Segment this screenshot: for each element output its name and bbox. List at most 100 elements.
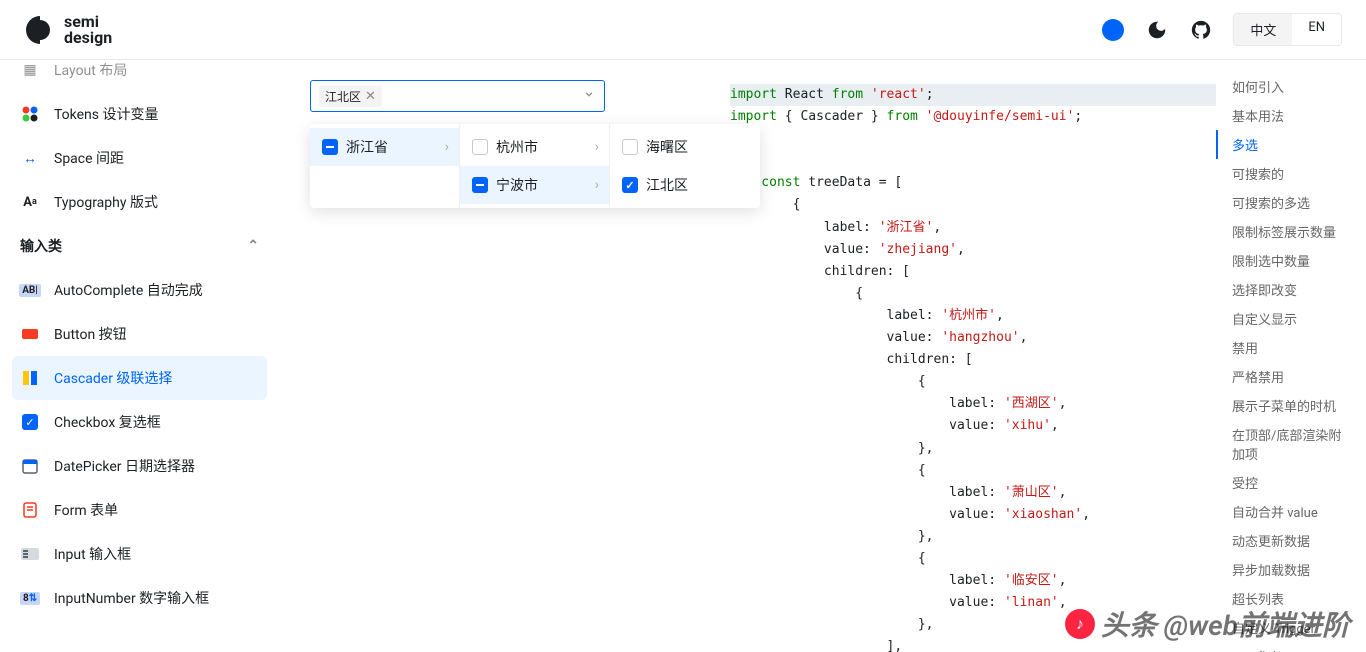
sidebar: ▦ Layout 布局 Tokens 设计变量 ↔ Space 间距 Aa Ty… [0, 60, 280, 652]
chevron-up-icon: ⌃ [247, 238, 259, 254]
selected-tag: 江北区 ✕ [319, 86, 382, 107]
toc-item[interactable]: 自定义显示 [1216, 304, 1366, 333]
sidebar-item-cascader[interactable]: Cascader 级联选择 [12, 356, 267, 400]
typography-icon: Aa [20, 192, 40, 212]
inputnumber-icon: 8⇅ [20, 588, 40, 608]
checkbox-indeterminate[interactable] [322, 139, 338, 155]
table-of-contents: 如何引入基本用法多选可搜索的可搜索的多选限制标签展示数量限制选中数量选择即改变自… [1216, 60, 1366, 652]
logo-text: semi design [64, 14, 112, 46]
tokens-icon [20, 104, 40, 124]
logo[interactable]: semi design [24, 14, 112, 46]
toc-item[interactable]: 自定义 Trigger [1216, 613, 1366, 642]
sidebar-item-label: Layout 布局 [54, 60, 127, 80]
button-icon [20, 324, 40, 344]
sidebar-item-form[interactable]: Form 表单 [12, 488, 267, 532]
sidebar-item-typography[interactable]: Aa Typography 版式 [12, 180, 267, 224]
dropdown-column-1: 浙江省 › [310, 124, 460, 208]
header-actions: 中文 EN [1101, 13, 1342, 46]
toc-item[interactable]: 严格禁用 [1216, 362, 1366, 391]
sidebar-item-label: Tokens 设计变量 [54, 104, 158, 124]
logo-icon [24, 14, 56, 46]
layout-icon: ▦ [20, 60, 40, 80]
chevron-right-icon: › [445, 139, 449, 155]
sidebar-item-label: Form 表单 [54, 500, 118, 520]
tag-label: 江北区 [325, 88, 361, 105]
lang-en-button[interactable]: EN [1292, 14, 1341, 45]
dropdown-column-3: 海曙区 江北区 [610, 124, 760, 208]
sidebar-item-button[interactable]: Button 按钮 [12, 312, 267, 356]
checkbox-indeterminate[interactable] [472, 177, 488, 193]
sidebar-item-space[interactable]: ↔ Space 间距 [12, 136, 267, 180]
main-content: 江北区 ✕ 浙江省 › [280, 60, 1216, 652]
autocomplete-icon: AB| [20, 280, 40, 300]
toc-item[interactable]: 动态更新数据 [1216, 526, 1366, 555]
sidebar-item-datepicker[interactable]: DatePicker 日期选择器 [12, 444, 267, 488]
sidebar-item-label: Checkbox 复选框 [54, 412, 161, 432]
option-label: 江北区 [646, 175, 688, 195]
toc-item[interactable]: 异步加载数据 [1216, 555, 1366, 584]
toc-item[interactable]: 在顶部/底部渲染附加项 [1216, 420, 1366, 468]
sidebar-item-checkbox[interactable]: ✓ Checkbox 复选框 [12, 400, 267, 444]
sidebar-item-layout[interactable]: ▦ Layout 布局 [12, 60, 267, 92]
language-switcher: 中文 EN [1233, 13, 1342, 46]
sidebar-item-tokens[interactable]: Tokens 设计变量 [12, 92, 267, 136]
dropdown-item[interactable]: 浙江省 › [310, 128, 459, 166]
tag-close-icon[interactable]: ✕ [365, 89, 376, 104]
cascader-dropdown: 浙江省 › 杭州市 › 宁波市 › [310, 124, 760, 208]
dropdown-item[interactable]: 江北区 [610, 166, 760, 204]
dark-mode-icon[interactable] [1145, 18, 1169, 42]
sidebar-item-label: Typography 版式 [54, 192, 158, 212]
form-icon [20, 500, 40, 520]
dropdown-column-2: 杭州市 › 宁波市 › [460, 124, 610, 208]
cascader-icon [20, 368, 40, 388]
app-header: semi design 中文 EN [0, 0, 1366, 60]
sidebar-item-inputnumber[interactable]: 8⇅ InputNumber 数字输入框 [12, 576, 267, 620]
sidebar-item-label: Button 按钮 [54, 324, 127, 344]
checkbox-unchecked[interactable] [472, 139, 488, 155]
toc-item[interactable]: 自动合并 value [1216, 497, 1366, 526]
toc-item[interactable]: 可搜索的 [1216, 159, 1366, 188]
sidebar-item-label: Cascader 级联选择 [54, 368, 172, 388]
cascader-select[interactable]: 江北区 ✕ [310, 80, 605, 112]
chevron-right-icon: › [595, 139, 599, 155]
checkbox-checked[interactable] [622, 177, 638, 193]
datepicker-icon [20, 456, 40, 476]
option-label: 宁波市 [496, 175, 538, 195]
sidebar-item-input[interactable]: Input 输入框 [12, 532, 267, 576]
toc-item[interactable]: 受控 [1216, 468, 1366, 497]
option-label: 海曙区 [646, 137, 688, 157]
checkbox-unchecked[interactable] [622, 139, 638, 155]
sidebar-item-label: Input 输入框 [54, 544, 131, 564]
toc-item[interactable]: 多选 [1216, 130, 1366, 159]
sidebar-item-label: InputNumber 数字输入框 [54, 588, 209, 608]
toc-item[interactable]: 超长列表 [1216, 584, 1366, 613]
toc-item[interactable]: 可搜索的多选 [1216, 188, 1366, 217]
dropdown-item[interactable]: 宁波市 › [460, 166, 609, 204]
dropdown-item[interactable]: 海曙区 [610, 128, 760, 166]
sidebar-item-label: Space 间距 [54, 148, 124, 168]
toc-item[interactable]: 基本用法 [1216, 101, 1366, 130]
input-icon [20, 544, 40, 564]
sidebar-item-label: DatePicker 日期选择器 [54, 456, 195, 476]
sidebar-section-label: 输入类 [20, 236, 62, 256]
theme-color-icon[interactable] [1101, 18, 1125, 42]
toc-item[interactable]: API 参考 [1216, 642, 1366, 652]
toc-item[interactable]: 展示子菜单的时机 [1216, 391, 1366, 420]
toc-item[interactable]: 禁用 [1216, 333, 1366, 362]
demo-area: 江北区 ✕ 浙江省 › [310, 80, 1216, 652]
toc-item[interactable]: 限制标签展示数量 [1216, 217, 1366, 246]
option-label: 杭州市 [496, 137, 538, 157]
sidebar-item-autocomplete[interactable]: AB| AutoComplete 自动完成 [12, 268, 267, 312]
chevron-down-icon [582, 87, 596, 105]
toc-item[interactable]: 如何引入 [1216, 72, 1366, 101]
dropdown-item[interactable]: 杭州市 › [460, 128, 609, 166]
toc-item[interactable]: 选择即改变 [1216, 275, 1366, 304]
sidebar-item-label: AutoComplete 自动完成 [54, 280, 203, 300]
sidebar-section-header[interactable]: 输入类 ⌃ [12, 224, 267, 268]
github-icon[interactable] [1189, 18, 1213, 42]
chevron-right-icon: › [595, 177, 599, 193]
option-label: 浙江省 [346, 137, 388, 157]
toc-item[interactable]: 限制选中数量 [1216, 246, 1366, 275]
code-block: import React from 'react'; import { Casc… [730, 84, 1216, 652]
lang-zh-button[interactable]: 中文 [1234, 14, 1292, 45]
